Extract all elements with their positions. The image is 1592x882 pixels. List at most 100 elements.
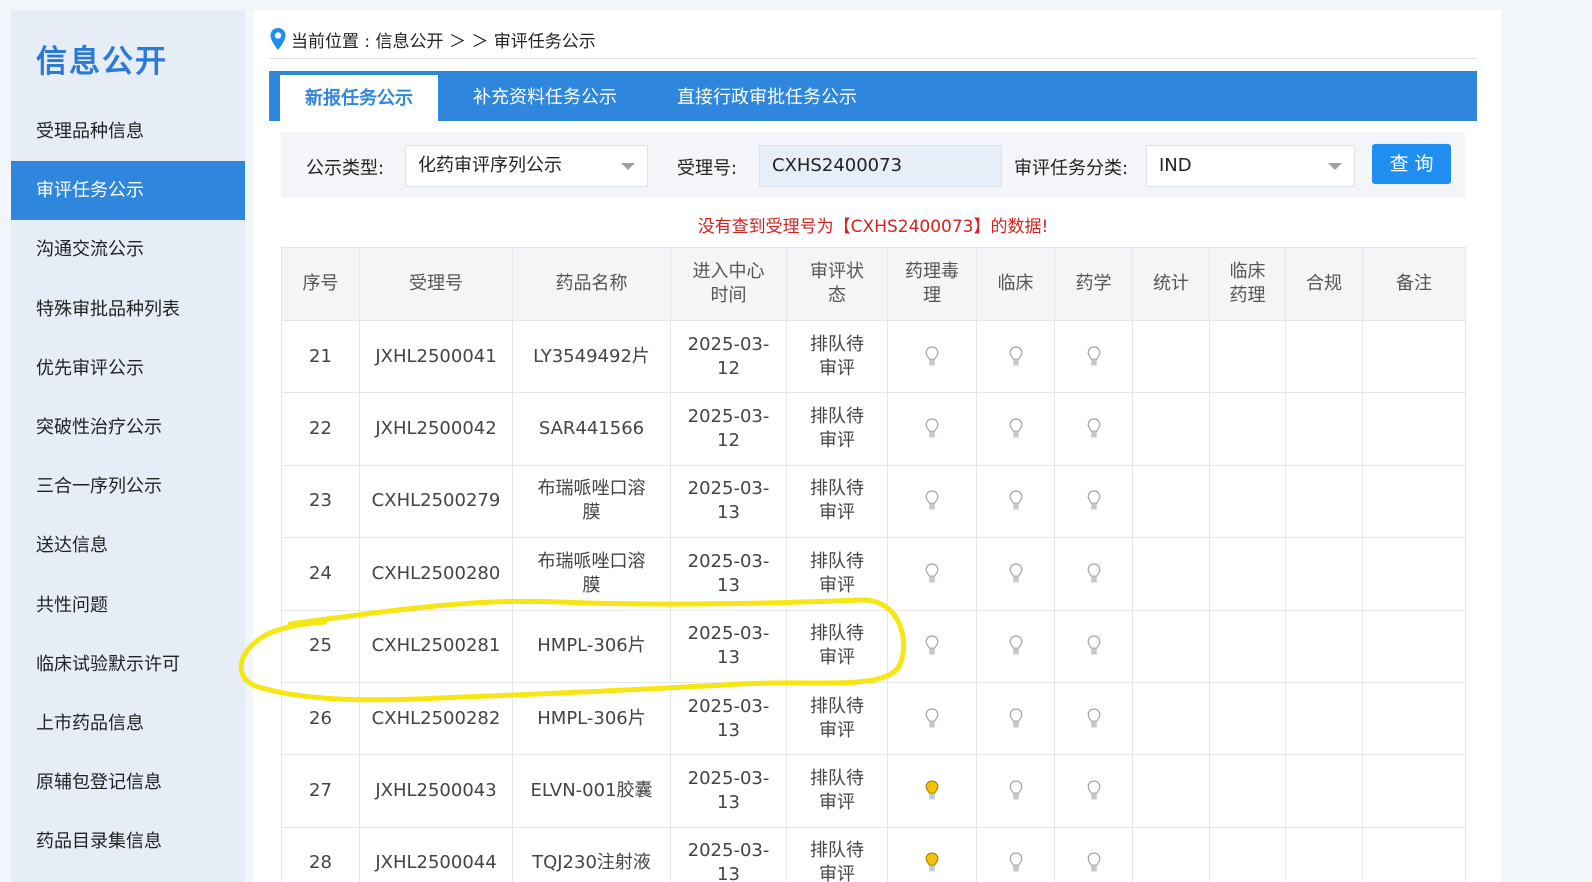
lightbulb-off-icon — [1087, 490, 1100, 510]
cell-drug-name: SAR441566 — [512, 392, 671, 466]
cell-entry-date-text: 2025-03- — [687, 478, 770, 500]
sidebar-item-2[interactable]: 沟通交流公示 — [11, 220, 245, 279]
cell-pharm-tox — [887, 464, 977, 539]
lightbulb-on-icon — [925, 780, 939, 800]
cell-review-status-text: 审评 — [819, 502, 855, 524]
column-header-text: 药学 — [1075, 273, 1112, 294]
breadcrumb-divider — [269, 58, 1477, 59]
sidebar-item-12[interactable]: 药品目录集信息 — [11, 812, 245, 871]
column-header-text: 序号 — [302, 273, 339, 294]
type-select[interactable]: 化药审评序列公示 — [405, 145, 648, 187]
column-header: 进入中心 时间 — [670, 247, 787, 321]
cell-drug-name: TQJ230注射液 — [512, 826, 671, 882]
tab-new-tasks[interactable]: 新报任务公示 — [280, 75, 438, 121]
column-header-text: 合规 — [1306, 273, 1342, 294]
accept-number-input[interactable]: CXHS2400073 — [759, 145, 1002, 187]
cell-clin-pharmacology — [1209, 319, 1286, 394]
lightbulb-off-icon — [1009, 708, 1022, 728]
cell-review-status-text: 审评 — [819, 792, 855, 814]
sidebar-item-7[interactable]: 送达信息 — [11, 516, 245, 575]
cell-statistics — [1132, 754, 1210, 828]
cell-compliance — [1285, 319, 1363, 394]
main-panel: 当前位置 : 信息公开 ＞ ＞ 审评任务公示 新报任务公示 补充资料任务公示 直… — [253, 10, 1501, 882]
cell-drug-name-text: HMPL-306片 — [537, 635, 646, 657]
lightbulb-off-icon — [925, 346, 939, 366]
sidebar-item-10[interactable]: 上市药品信息 — [11, 694, 245, 753]
sidebar-item-0[interactable]: 受理品种信息 — [11, 102, 245, 161]
cell-entry-date-text: 13 — [717, 502, 740, 524]
column-header-text: 受理号 — [409, 273, 463, 294]
cell-no: 23 — [281, 464, 360, 539]
column-header: 临床 — [976, 247, 1055, 321]
cell-review-status-text: 排队待 — [810, 333, 864, 355]
cell-pharm-tox — [887, 392, 977, 466]
column-header-text: 态 — [828, 285, 846, 306]
cell-entry-date: 2025-03- 13 — [670, 537, 787, 611]
lightbulb-off-icon — [1087, 635, 1100, 655]
lightbulb-off-icon — [925, 708, 939, 728]
sidebar-item-3[interactable]: 特殊审批品种列表 — [11, 280, 245, 339]
sidebar-item-5[interactable]: 突破性治疗公示 — [11, 398, 245, 457]
filter-bar: 公示类型: 化药审评序列公示 受理号: CXHS2400073 审评任务分类: … — [281, 132, 1465, 198]
cell-review-status: 排队待 审评 — [786, 537, 888, 611]
table-body: 21 JXHL2500041 LY3549492片 2025-03- 12 排队待 审评 22… — [281, 319, 1466, 882]
column-header-text: 药理毒 — [905, 261, 959, 282]
sidebar-title: 信息公开 — [36, 44, 168, 80]
column-header-text: 理 — [923, 285, 941, 306]
cell-drug-name-text: TQJ230注射液 — [532, 852, 651, 874]
lightbulb-off-icon — [1087, 346, 1100, 366]
column-header: 序号 — [281, 247, 360, 321]
cell-accept-number: JXHL2500043 — [359, 754, 513, 828]
cell-clinical — [976, 464, 1055, 539]
cell-entry-date-text: 12 — [717, 430, 740, 452]
sidebar-item-9[interactable]: 临床试验默示许可 — [11, 635, 245, 694]
tab-supplement-tasks[interactable]: 补充资料任务公示 — [438, 71, 652, 121]
sidebar-item-6[interactable]: 三合一序列公示 — [11, 457, 245, 516]
tab-direct-approval-tasks[interactable]: 直接行政审批任务公示 — [652, 71, 892, 121]
cell-review-status-text: 审评 — [819, 647, 855, 669]
type-select-value: 化药审评序列公示 — [418, 155, 562, 176]
cell-pharmacy — [1054, 681, 1133, 756]
category-label: 审评任务分类: — [1014, 158, 1129, 179]
lightbulb-off-icon — [1087, 418, 1100, 438]
sidebar-item-1[interactable]: 审评任务公示 — [11, 161, 245, 221]
accept-number-value: CXHS2400073 — [772, 155, 903, 176]
cell-drug-name-text: SAR441566 — [538, 418, 645, 440]
sidebar-item-8[interactable]: 共性问题 — [11, 576, 245, 635]
cell-review-status-text: 排队待 — [810, 840, 864, 862]
cell-review-status-text: 排队待 — [810, 623, 864, 645]
column-header-text: 备注 — [1396, 273, 1432, 294]
table-header-row: 序号 受理号 药品名称 进入中心 时间 审评状态药理毒理临床 药学 统计 临床 药理 合规 备注 — [281, 247, 1466, 321]
sidebar-item-11[interactable]: 原辅包登记信息 — [11, 753, 245, 812]
cell-remarks — [1362, 609, 1466, 683]
breadcrumb-text: 当前位置 : 信息公开 ＞ ＞ 审评任务公示 — [291, 31, 596, 52]
category-select[interactable]: IND — [1146, 145, 1355, 187]
cell-remarks — [1362, 681, 1466, 756]
table-row: 21 JXHL2500041 LY3549492片 2025-03- 12 排队待 审评 — [281, 319, 1466, 394]
sidebar-item-4[interactable]: 优先审评公示 — [11, 339, 245, 398]
cell-entry-date-text: 13 — [717, 864, 740, 882]
error-message: 没有查到受理号为【CXHS2400073】的数据! — [697, 217, 1049, 237]
cell-clinical — [976, 319, 1055, 394]
cell-clinical — [976, 754, 1055, 828]
cell-accept-number: JXHL2500041 — [359, 319, 513, 394]
table-row: 24 CXHL2500280 布瑞哌唑口溶膜 2025-03- 13 排队待 审评 — [281, 537, 1466, 611]
cell-compliance — [1285, 754, 1363, 828]
cell-clinical — [976, 826, 1055, 882]
cell-pharm-tox — [887, 319, 977, 394]
search-button[interactable]: 查 询 — [1372, 144, 1451, 184]
cell-no: 25 — [281, 609, 360, 683]
cell-drug-name: HMPL-306片 — [512, 609, 671, 683]
cell-drug-name-text: ELVN-001胶囊 — [530, 780, 653, 802]
lightbulb-off-icon — [925, 563, 939, 583]
cell-accept-number: CXHL2500281 — [359, 609, 513, 683]
cell-review-status: 排队待 审评 — [786, 609, 888, 683]
cell-review-status: 排队待 审评 — [786, 319, 888, 394]
cell-remarks — [1362, 319, 1466, 394]
cell-clin-pharmacology — [1209, 392, 1286, 466]
cell-review-status-text: 审评 — [819, 574, 855, 596]
cell-drug-name-text: LY3549492片 — [533, 345, 650, 367]
column-header-text: 进入中心 — [692, 261, 765, 282]
accept-label: 受理号: — [677, 158, 738, 179]
cell-pharmacy — [1054, 392, 1133, 466]
